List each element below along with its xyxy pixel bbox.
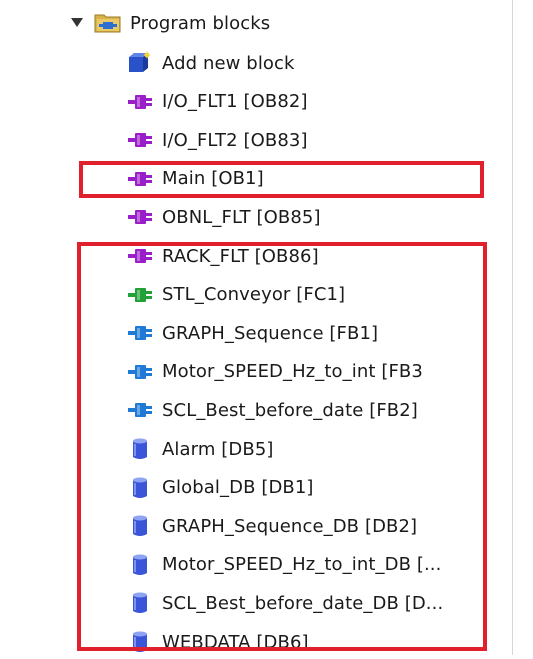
fb-block-icon [126, 360, 154, 384]
tree-item-motor-speed-hz-to-int-fb3[interactable]: Motor_SPEED_Hz_to_int [FB3 [126, 355, 423, 389]
ob-block-icon [126, 205, 154, 229]
ob-block-icon [126, 128, 154, 152]
ob-block-icon [126, 90, 154, 114]
db-block-icon [126, 591, 154, 615]
tree-item-label: GRAPH_Sequence [FB1] [162, 322, 379, 344]
db-block-icon [126, 476, 154, 500]
tree-item-alarm-db5[interactable]: Alarm [DB5] [126, 432, 274, 466]
tree-item-global-db-db1[interactable]: Global_DB [DB1] [126, 471, 314, 505]
tree-item-label: Motor_SPEED_Hz_to_int_DB [... [162, 554, 442, 576]
tree-item-label: I/O_FLT1 [OB82] [162, 91, 308, 113]
tree-item-stl-conveyor-fc1[interactable]: STL_Conveyor [FC1] [126, 278, 345, 312]
ob-block-icon [126, 244, 154, 268]
tree-item-label: I/O_FLT2 [OB83] [162, 129, 308, 151]
tree-item-webdata-db6[interactable]: WEBDATA [DB6] [126, 625, 309, 659]
fb-block-icon [126, 398, 154, 422]
tree-item-label: Main [OB1] [162, 168, 264, 190]
project-tree: Program blocks Add new block I/O_FLT1 [OB… [0, 0, 533, 655]
tree-item-label: SCL_Best_before_date [FB2] [162, 399, 418, 421]
fb-block-icon [126, 321, 154, 345]
tree-item-label: STL_Conveyor [FC1] [162, 284, 346, 306]
folder-icon [94, 11, 122, 35]
tree-item-motor-speed-hz-to-int-db[interactable]: Motor_SPEED_Hz_to_int_DB [... [126, 548, 441, 582]
tree-item-graph-sequence-fb1[interactable]: GRAPH_Sequence [FB1] [126, 316, 378, 350]
db-block-icon [126, 630, 154, 654]
fc-block-icon [126, 283, 154, 307]
tree-item-scl-best-before-date-fb2[interactable]: SCL_Best_before_date [FB2] [126, 393, 418, 427]
tree-item-label: Add new block [162, 52, 295, 74]
tree-item-label: GRAPH_Sequence_DB [DB2] [162, 515, 418, 537]
tree-item-main-ob1[interactable]: Main [OB1] [126, 162, 264, 196]
ob-block-icon [126, 167, 154, 191]
tree-item-add-new-block[interactable]: Add new block [126, 46, 295, 80]
tree-item-i-o-flt2-ob83[interactable]: I/O_FLT2 [OB83] [126, 123, 308, 157]
db-block-icon [126, 553, 154, 577]
tree-item-obnl-flt-ob85[interactable]: OBNL_FLT [OB85] [126, 200, 321, 234]
panel-divider [512, 0, 513, 655]
tree-node-program-blocks[interactable]: Program blocks [70, 6, 270, 40]
tree-node-label: Program blocks [130, 12, 271, 34]
db-block-icon [126, 514, 154, 538]
tree-item-label: Global_DB [DB1] [162, 477, 314, 499]
tree-item-label: OBNL_FLT [OB85] [162, 206, 321, 228]
tree-item-i-o-flt1-ob82[interactable]: I/O_FLT1 [OB82] [126, 85, 308, 119]
add-block-icon [126, 51, 154, 75]
tree-item-label: Motor_SPEED_Hz_to_int [FB3 [162, 361, 423, 383]
expand-arrow-icon[interactable] [70, 16, 84, 30]
tree-item-graph-sequence-db-db2[interactable]: GRAPH_Sequence_DB [DB2] [126, 509, 417, 543]
db-block-icon [126, 437, 154, 461]
tree-item-label: RACK_FLT [OB86] [162, 245, 319, 267]
tree-item-label: WEBDATA [DB6] [162, 631, 309, 653]
tree-item-label: Alarm [DB5] [162, 438, 274, 460]
tree-item-scl-best-before-date-db-d[interactable]: SCL_Best_before_date_DB [D... [126, 586, 443, 620]
tree-item-label: SCL_Best_before_date_DB [D... [162, 592, 444, 614]
tree-item-rack-flt-ob86[interactable]: RACK_FLT [OB86] [126, 239, 319, 273]
